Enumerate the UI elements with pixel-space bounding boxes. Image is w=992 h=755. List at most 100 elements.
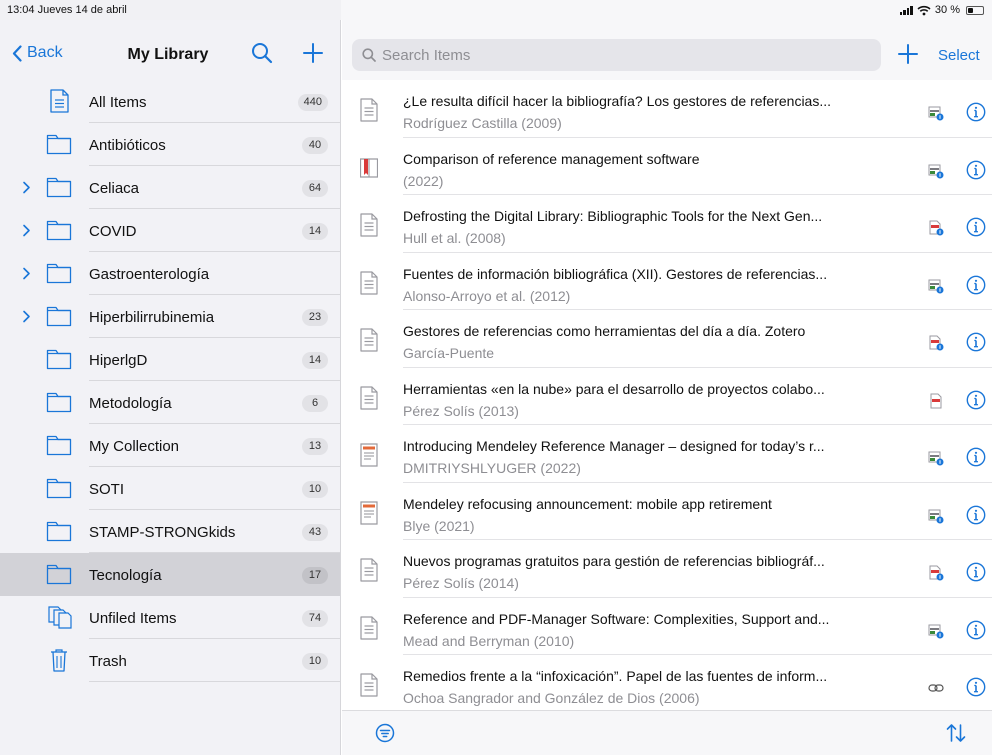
info-icon[interactable] <box>966 217 986 237</box>
item-creator-year: García-Puente <box>403 345 495 361</box>
add-collection-button[interactable] <box>302 42 324 64</box>
collection-item[interactable]: COVID 14 <box>0 209 340 252</box>
info-icon[interactable] <box>966 390 986 410</box>
webpage-attachment-icon[interactable] <box>928 163 944 179</box>
item-row[interactable]: Comparison of reference management softw… <box>342 138 992 195</box>
collection-item[interactable]: STAMP-STRONGkids 43 <box>0 510 340 553</box>
library-sidebar: Back My Library All Items 440 Antibióticos… <box>0 20 341 755</box>
items-header: Select <box>342 20 992 80</box>
collection-item[interactable]: Celiaca 64 <box>0 166 340 209</box>
collection-item[interactable]: Hiperbilirrubinemia 23 <box>0 295 340 338</box>
collection-label: COVID <box>89 223 137 240</box>
folder-icon <box>46 132 72 156</box>
item-row[interactable]: Reference and PDF-Manager Software: Comp… <box>342 598 992 655</box>
battery-icon <box>966 5 984 15</box>
folder-icon <box>46 433 72 457</box>
collection-item[interactable]: All Items 440 <box>0 80 340 123</box>
collection-label: Unfiled Items <box>89 610 177 627</box>
collection-label: Tecnología <box>89 567 162 584</box>
pdf-attachment-icon[interactable] <box>928 220 944 236</box>
webpage-attachment-icon[interactable] <box>928 278 944 294</box>
search-icon[interactable] <box>251 42 273 64</box>
item-row[interactable]: Defrosting the Digital Library: Bibliogr… <box>342 195 992 253</box>
collection-item[interactable]: Tecnología 17 <box>0 553 340 596</box>
pdf-file-icon[interactable] <box>928 393 944 409</box>
chevron-right-icon[interactable] <box>22 310 31 323</box>
item-creator-year: Pérez Solís (2013) <box>403 402 519 419</box>
item-creator-year: Ochoa Sangrador and González de Dios (20… <box>403 690 700 706</box>
collection-item[interactable]: Gastroenterología <box>0 252 340 295</box>
info-icon[interactable] <box>966 447 986 467</box>
journal-article-icon <box>360 213 378 237</box>
collection-label: Antibióticos <box>89 137 166 154</box>
info-icon[interactable] <box>966 505 986 525</box>
info-icon[interactable] <box>966 275 986 295</box>
webpage-attachment-icon[interactable] <box>928 623 944 639</box>
collection-label: My Collection <box>89 438 180 455</box>
collection-item[interactable]: Metodología 6 <box>0 381 340 424</box>
journal-article-icon <box>360 98 378 122</box>
collection-label: Gastroenterología <box>89 266 210 283</box>
add-item-button[interactable] <box>898 44 918 64</box>
sort-icon[interactable] <box>945 722 967 744</box>
info-icon[interactable] <box>966 562 986 582</box>
collection-label: Metodología <box>89 395 172 412</box>
chevron-right-icon[interactable] <box>22 181 31 194</box>
chevron-right-icon[interactable] <box>22 267 31 280</box>
collection-count-badge: 13 <box>302 438 328 455</box>
item-creator-year: DMITRIYSHLYUGER (2022) <box>403 460 581 476</box>
item-creator-year: Mead and Berryman (2010) <box>403 632 575 649</box>
pdf-attachment-icon[interactable] <box>928 565 944 581</box>
item-row[interactable]: ¿Le resulta difícil hacer la bibliografí… <box>342 80 992 138</box>
webpage-attachment-icon[interactable] <box>928 105 944 121</box>
info-icon[interactable] <box>966 332 986 352</box>
sidebar-title: My Library <box>127 46 209 63</box>
item-title: Introducing Mendeley Reference Manager –… <box>403 438 825 454</box>
item-row[interactable]: Introducing Mendeley Reference Manager –… <box>342 425 992 483</box>
collection-count-badge: 23 <box>302 309 328 326</box>
item-row[interactable]: Nuevos programas gratuitos para gestión … <box>342 540 992 598</box>
item-creator-year: Hull et al. (2008) <box>403 230 506 246</box>
filter-icon[interactable] <box>375 723 395 743</box>
battery-percent: 30 % <box>934 4 960 16</box>
item-row[interactable]: Mendeley refocusing announcement: mobile… <box>342 483 992 540</box>
select-button[interactable]: Select <box>938 47 980 64</box>
folder-icon <box>46 562 72 586</box>
search-input[interactable] <box>382 46 862 64</box>
items-list: ¿Le resulta difícil hacer la bibliografí… <box>342 80 992 710</box>
journal-article-icon <box>360 615 378 640</box>
info-icon[interactable] <box>966 160 986 180</box>
webpage-attachment-icon[interactable] <box>928 508 944 524</box>
collection-count-badge: 17 <box>302 567 328 584</box>
collection-item[interactable]: SOTI 10 <box>0 467 340 510</box>
folder-icon <box>46 175 72 199</box>
signal-icon <box>899 5 913 15</box>
collection-label: SOTI <box>89 481 125 498</box>
collection-item[interactable]: Trash 10 <box>0 639 340 682</box>
item-creator-year: (2022) <box>403 172 444 189</box>
webpage-attachment-icon[interactable] <box>928 450 944 466</box>
collection-item[interactable]: My Collection 13 <box>0 424 340 467</box>
info-icon[interactable] <box>966 102 986 122</box>
divider <box>89 681 340 682</box>
collection-count-badge: 74 <box>302 610 328 627</box>
chevron-right-icon[interactable] <box>22 224 31 237</box>
search-bar[interactable] <box>352 39 881 71</box>
info-icon[interactable] <box>966 620 986 640</box>
info-icon[interactable] <box>966 677 986 697</box>
collection-item[interactable]: Unfiled Items 74 <box>0 596 340 639</box>
item-row[interactable]: Remedios frente a la “infoxicación”. Pap… <box>342 655 992 710</box>
collection-list: All Items 440 Antibióticos 40 Celiaca 64 COVID… <box>0 80 340 682</box>
pdf-attachment-icon[interactable] <box>928 335 944 351</box>
item-row[interactable]: Fuentes de información bibliográfica (XI… <box>342 253 992 310</box>
collection-count-badge: 10 <box>302 481 328 498</box>
item-row[interactable]: Gestores de referencias como herramienta… <box>342 310 992 368</box>
item-row[interactable]: Herramientas «en la nube» para el desarr… <box>342 368 992 425</box>
link-icon[interactable] <box>928 680 944 696</box>
collection-item[interactable]: HiperlgD 14 <box>0 338 340 381</box>
folder-icon <box>46 476 72 500</box>
collection-label: Celiaca <box>89 180 140 197</box>
encyclopedia-article-icon <box>359 156 379 180</box>
collection-item[interactable]: Antibióticos 40 <box>0 123 340 166</box>
folder-icon <box>46 261 72 285</box>
